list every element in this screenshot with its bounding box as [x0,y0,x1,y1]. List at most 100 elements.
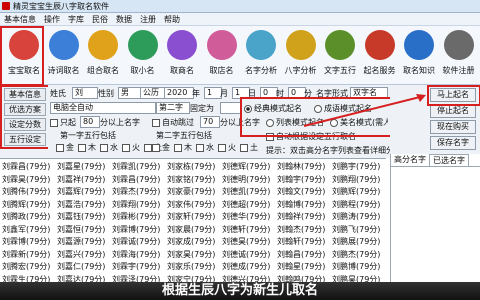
name-item[interactable]: 刘霖昊(79分) [2,174,50,187]
only-checkbox[interactable]: 只起 [50,117,76,128]
toolbar-button-7[interactable]: 八字分析 [279,30,323,76]
name-item[interactable]: 刘翰祥(79分) [277,211,325,224]
name-item[interactable]: 刘家轩(79分) [167,211,215,224]
element-checkbox[interactable]: 火 [218,143,236,152]
element-checkbox[interactable]: 金 [56,143,74,152]
toolbar-button-6[interactable]: 名字分析 [239,30,283,76]
menu-item-help[interactable]: 帮助 [160,14,184,25]
tab-high-score[interactable]: 高分名字 [391,154,429,166]
name-item[interactable]: 刘鹏翔(79分) [332,174,380,187]
tab-selected-names[interactable]: 已选名字 [429,154,469,166]
second-char-select[interactable]: 第二字 [156,102,190,114]
name-item[interactable]: 刘霖彬(79分) [112,211,160,224]
name-list[interactable]: 刘霖昌(79分) 刘霖昊(79分) 刘腾伟(79分) 刘腾辉(79分) 刘腾政(79分)… [0,158,386,283]
toolbar-button-4[interactable]: 取商名 [160,30,204,76]
name-item[interactable]: 刘嘉祥(79分) [57,174,105,187]
name-item[interactable]: 刘霖凯(79分) [112,161,160,174]
name-item[interactable]: 刘翰轩(79分) [277,236,325,249]
name-item[interactable]: 刘嘉浩(79分) [57,199,105,212]
name-item[interactable]: 刘德昊(79分) [222,236,270,249]
name-item[interactable]: 刘嘉兴(79分) [57,249,105,262]
name-item[interactable]: 刘腾宏(79分) [2,261,50,274]
sort-select[interactable]: 电脑全自动 [50,102,156,114]
name-item[interactable]: 刘鹏涛(79分) [332,211,380,224]
menu-item-library[interactable]: 字库 [64,14,88,25]
name-item[interactable]: 刘德凯(79分) [222,186,270,199]
name-item[interactable]: 刘鑫军(79分) [2,224,50,237]
element-checkbox[interactable]: 土 [240,143,258,152]
name-item[interactable]: 刘腾辉(79分) [2,199,50,212]
name-item[interactable]: 刘嘉钰(79分) [57,211,105,224]
element-checkbox[interactable]: 水 [100,143,118,152]
name-item[interactable]: 刘家铭(79分) [167,174,215,187]
element-checkbox[interactable]: 火 [122,143,140,152]
name-item[interactable]: 刘霖昌(79分) [2,161,50,174]
name-item[interactable]: 刘霖博(79分) [112,224,160,237]
calendar-select[interactable]: 公历 [140,87,166,99]
element-checkbox[interactable]: 金 [152,143,170,152]
name-item[interactable]: 刘鹏宇(79分) [332,161,380,174]
menu-item-operate[interactable]: 操作 [40,14,64,25]
name-item[interactable]: 刘家昊(79分) [167,249,215,262]
name-item[interactable]: 刘家豪(79分) [167,186,215,199]
name-item[interactable]: 刘嘉源(79分) [57,236,105,249]
name-item[interactable]: 刘嘉辉(79分) [57,186,105,199]
buy-now-button[interactable]: 现在购买 [430,120,476,134]
name-item[interactable]: 刘霖博(79分) [2,236,50,249]
toolbar-button-5[interactable]: 取店名 [200,30,244,76]
name-item[interactable]: 刘霖宇(79分) [112,261,160,274]
name-item[interactable]: 刘嘉仁(79分) [57,261,105,274]
name-item[interactable]: 刘翰昌(79分) [277,249,325,262]
name-item[interactable]: 刘德华(79分) [222,211,270,224]
name-item[interactable]: 刘鹏飞(79分) [332,224,380,237]
name-item[interactable]: 刘翰星(79分) [277,261,325,274]
toolbar-button-8[interactable]: 文字五行 [318,30,362,76]
toolbar-button-2[interactable]: 组合取名 [81,30,125,76]
name-item[interactable]: 刘翰文(79分) [277,186,325,199]
name-item[interactable]: 刘霖昌(79分) [112,174,160,187]
name-item[interactable]: 刘鹏杰(79分) [332,249,380,262]
name-item[interactable]: 刘翰宇(79分) [277,174,325,187]
element-checkbox[interactable]: 水 [196,143,214,152]
stop-naming-button[interactable]: 停止起名 [430,104,476,118]
name-item[interactable]: 刘霖新(79分) [2,249,50,262]
only-score-input[interactable]: 80 [80,116,100,128]
name-item[interactable]: 刘德成(79分) [222,261,270,274]
menu-item-register[interactable]: 注册 [136,14,160,25]
name-item[interactable]: 刘德辉(79分) [222,161,270,174]
name-item[interactable]: 刘家成(79分) [167,236,215,249]
toolbar-button-9[interactable]: 起名服务 [358,30,402,76]
name-item[interactable]: 刘腾伟(79分) [2,186,50,199]
name-item[interactable]: 刘家栋(79分) [167,161,215,174]
auto-skip-input[interactable]: 70 [200,116,220,128]
name-item[interactable]: 刘霖海(79分) [112,249,160,262]
name-item[interactable]: 刘翰杰(79分) [277,224,325,237]
name-item[interactable]: 刘家晨(79分) [167,224,215,237]
name-item[interactable]: 刘翰博(79分) [277,199,325,212]
toolbar-button-1[interactable]: 诗词取名 [42,30,86,76]
auto-skip-checkbox[interactable]: 自动跳过 [152,117,194,128]
name-item[interactable]: 刘德超(79分) [222,199,270,212]
name-item[interactable]: 刘腾政(79分) [2,211,50,224]
name-item[interactable]: 刘鹏辉(79分) [332,186,380,199]
name-item[interactable]: 刘鹏程(79分) [332,199,380,212]
name-item[interactable]: 刘霖杰(79分) [112,186,160,199]
name-item[interactable]: 刘霖诚(79分) [112,236,160,249]
name-item[interactable]: 刘鹏博(79分) [332,261,380,274]
save-names-button[interactable]: 保存名字 [430,136,476,150]
menu-item-basic[interactable]: 基本信息 [0,14,40,25]
name-item[interactable]: 刘嘉星(79分) [57,161,105,174]
element-checkbox[interactable]: 木 [78,143,96,152]
fixed-input[interactable] [220,102,242,114]
name-item[interactable]: 刘嘉恒(79分) [57,224,105,237]
menu-item-data[interactable]: 数据 [112,14,136,25]
name-item[interactable]: 刘家伟(79分) [167,199,215,212]
name-item[interactable]: 刘德明(79分) [222,174,270,187]
name-item[interactable]: 刘家乐(79分) [167,261,215,274]
surname-input[interactable]: 刘 [72,87,98,99]
year-select[interactable]: 2020 [164,87,194,99]
name-item[interactable]: 刘鹏展(79分) [332,236,380,249]
toolbar-button-3[interactable]: 取小名 [121,30,165,76]
name-item[interactable]: 刘翰林(79分) [277,161,325,174]
element-checkbox[interactable]: 木 [174,143,192,152]
